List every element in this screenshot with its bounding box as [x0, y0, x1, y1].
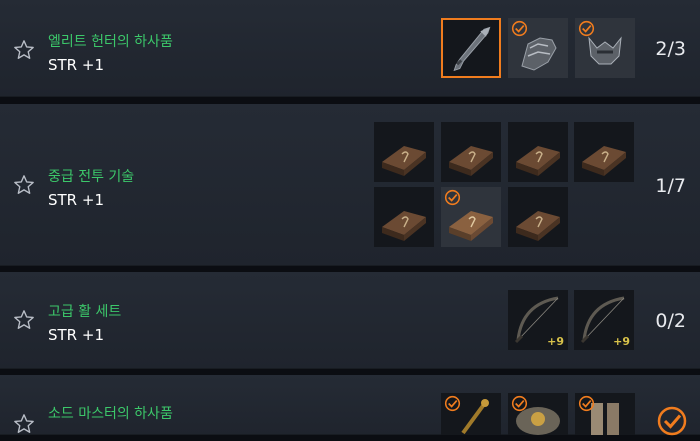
collected-check-icon [511, 20, 528, 37]
collection-progress: 0/2 [655, 310, 686, 332]
favorite-star-icon[interactable] [13, 174, 35, 196]
collected-check-icon [578, 395, 595, 412]
collection-row-sword-master[interactable]: 소드 마스터의 하사품 [0, 375, 700, 437]
favorite-star-icon[interactable] [13, 309, 35, 331]
item-slot-gauntlet[interactable] [508, 18, 568, 78]
collection-row-advanced-bow[interactable]: 고급 활 세트 STR +1 +9 +9 0/2 [0, 272, 700, 369]
collection-row-elite-hunter[interactable]: 엘리트 헌터의 하사품 STR +1 2/3 [0, 0, 700, 97]
favorite-star-icon[interactable] [13, 413, 35, 435]
skill-book-icon [516, 211, 560, 241]
item-slot-sword[interactable] [441, 393, 501, 435]
item-slot-skill-book[interactable] [508, 187, 568, 247]
collected-check-icon [578, 20, 595, 37]
item-slot-helmet[interactable] [575, 18, 635, 78]
item-slot-armor[interactable] [508, 393, 568, 435]
collection-stat: STR +1 [48, 326, 104, 344]
collection-list: 엘리트 헌터의 하사품 STR +1 2/3 중급 전투 기술 STR +1 1… [0, 0, 700, 437]
collection-progress: 1/7 [655, 175, 686, 197]
item-slot-skill-book[interactable] [508, 122, 568, 182]
collection-stat: STR +1 [48, 191, 104, 209]
skill-book-icon [382, 146, 426, 176]
favorite-star-icon[interactable] [13, 39, 35, 61]
collection-name: 엘리트 헌터의 하사품 [48, 34, 173, 50]
item-slot-boots[interactable] [575, 393, 635, 435]
collection-row-combat-skill[interactable]: 중급 전투 기술 STR +1 1/7 [0, 104, 700, 266]
collection-name: 고급 활 세트 [48, 304, 122, 320]
item-slot-bow[interactable]: +9 [574, 290, 634, 350]
collection-name: 중급 전투 기술 [48, 169, 135, 185]
skill-book-icon [582, 146, 626, 176]
item-slot-skill-book[interactable] [574, 122, 634, 182]
collected-check-icon [444, 395, 461, 412]
item-slot-skill-book[interactable] [441, 122, 501, 182]
collection-name: 소드 마스터의 하사품 [48, 406, 173, 422]
collection-stat: STR +1 [48, 56, 104, 74]
item-slot-skill-book[interactable] [374, 187, 434, 247]
collected-check-icon [444, 189, 461, 206]
item-slot-spear[interactable] [441, 18, 501, 78]
item-slot-skill-book[interactable] [374, 122, 434, 182]
spear-icon [453, 26, 491, 72]
collection-progress: 2/3 [655, 38, 686, 60]
enhance-level: +9 [613, 335, 630, 348]
collected-check-icon [511, 395, 528, 412]
collection-complete-check-icon [656, 405, 688, 437]
skill-book-icon [382, 211, 426, 241]
skill-book-icon [516, 146, 560, 176]
item-slot-bow[interactable]: +9 [508, 290, 568, 350]
enhance-level: +9 [547, 335, 564, 348]
item-slot-skill-book[interactable] [441, 187, 501, 247]
skill-book-icon [449, 146, 493, 176]
